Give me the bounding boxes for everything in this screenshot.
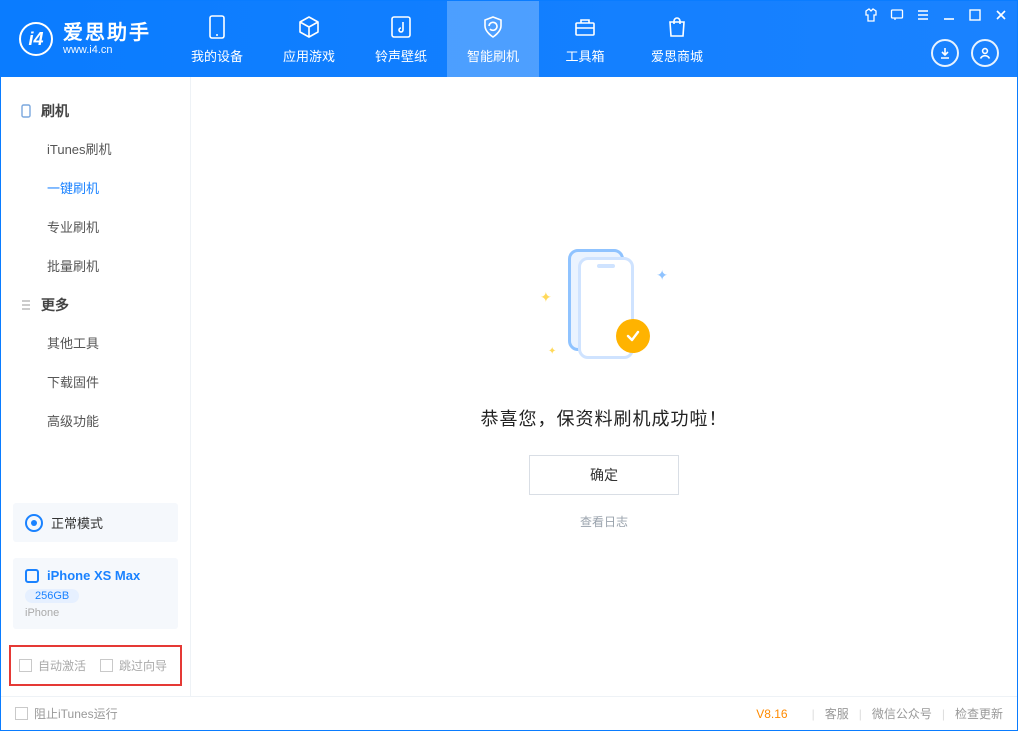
check-badge-icon (616, 319, 650, 353)
tab-apps-games[interactable]: 应用游戏 (263, 1, 355, 77)
titlebar: i4 爱思助手 www.i4.cn 我的设备 应用游戏 铃声壁纸 智能刷机 (1, 1, 1017, 77)
body: 刷机 iTunes刷机 一键刷机 专业刷机 批量刷机 更多 其他工具 下载固件 … (1, 77, 1017, 696)
checkbox-auto-activate[interactable]: 自动激活 (19, 657, 86, 674)
tab-label: 我的设备 (191, 46, 243, 65)
mode-card[interactable]: 正常模式 (13, 503, 178, 542)
footer-link-customer-service[interactable]: 客服 (825, 705, 849, 722)
checkbox-icon (100, 659, 113, 672)
minimize-icon[interactable] (941, 7, 957, 23)
sidebar-item-download-firmware[interactable]: 下载固件 (1, 362, 190, 401)
sidebar-group-label: 刷机 (41, 101, 69, 121)
sidebar-group-label: 更多 (41, 295, 69, 315)
sidebar-item-advanced[interactable]: 高级功能 (1, 401, 190, 440)
skin-icon[interactable] (863, 7, 879, 23)
version-label: V8.16 (756, 707, 787, 721)
header-right-buttons (931, 39, 999, 67)
tab-my-device[interactable]: 我的设备 (171, 1, 263, 77)
sparkle-icon: ✦ (548, 346, 556, 357)
phone-icon (203, 14, 231, 40)
tab-label: 铃声壁纸 (375, 46, 427, 65)
top-tabs: 我的设备 应用游戏 铃声壁纸 智能刷机 工具箱 爱思商城 (171, 1, 723, 77)
brand-text: 爱思助手 www.i4.cn (63, 22, 151, 56)
device-phone-icon (25, 569, 39, 583)
checkbox-icon (15, 707, 28, 720)
cube-icon (295, 14, 323, 40)
sidebar-item-other-tools[interactable]: 其他工具 (1, 323, 190, 362)
sparkle-icon: ✦ (540, 289, 552, 306)
brand-logo-icon: i4 (19, 22, 53, 56)
checkbox-label: 跳过向导 (119, 657, 167, 674)
tab-label: 应用游戏 (283, 46, 335, 65)
toolbox-icon (571, 14, 599, 40)
checkbox-skip-guide[interactable]: 跳过向导 (100, 657, 167, 674)
view-log-link[interactable]: 查看日志 (580, 513, 628, 530)
device-small-icon (19, 104, 33, 118)
device-card[interactable]: iPhone XS Max 256GB iPhone (13, 558, 178, 629)
sidebar-item-itunes-flash[interactable]: iTunes刷机 (1, 129, 190, 168)
downloads-button[interactable] (931, 39, 959, 67)
mode-indicator-icon (25, 514, 43, 532)
highlighted-options: 自动激活 跳过向导 (9, 645, 182, 686)
brand-block: i4 爱思助手 www.i4.cn (1, 1, 165, 77)
device-name: iPhone XS Max (47, 568, 140, 583)
maximize-icon[interactable] (967, 7, 983, 23)
mode-label: 正常模式 (51, 513, 103, 532)
account-button[interactable] (971, 39, 999, 67)
sidebar: 刷机 iTunes刷机 一键刷机 专业刷机 批量刷机 更多 其他工具 下载固件 … (1, 77, 191, 696)
app-window: i4 爱思助手 www.i4.cn 我的设备 应用游戏 铃声壁纸 智能刷机 (0, 0, 1018, 731)
sidebar-item-oneclick-flash[interactable]: 一键刷机 (1, 168, 190, 207)
tab-label: 智能刷机 (467, 46, 519, 65)
footer: 阻止iTunes运行 V8.16 | 客服 | 微信公众号 | 检查更新 (1, 696, 1017, 730)
footer-link-check-update[interactable]: 检查更新 (955, 705, 1003, 722)
tab-store[interactable]: 爱思商城 (631, 1, 723, 77)
tab-smart-flash[interactable]: 智能刷机 (447, 1, 539, 77)
device-type: iPhone (25, 607, 166, 619)
checkbox-label: 自动激活 (38, 657, 86, 674)
sparkle-icon: ✦ (656, 267, 668, 284)
success-illustration: ✦ ✦ ✦ (534, 243, 674, 383)
tab-label: 爱思商城 (651, 46, 703, 65)
sidebar-item-batch-flash[interactable]: 批量刷机 (1, 246, 190, 285)
sidebar-item-pro-flash[interactable]: 专业刷机 (1, 207, 190, 246)
list-icon (19, 298, 33, 312)
shopping-bag-icon (663, 14, 691, 40)
brand-name: 爱思助手 (63, 22, 151, 44)
close-icon[interactable] (993, 7, 1009, 23)
window-controls (863, 7, 1009, 23)
feedback-icon[interactable] (889, 7, 905, 23)
tab-toolbox[interactable]: 工具箱 (539, 1, 631, 77)
sidebar-group-more: 更多 (1, 285, 190, 323)
checkbox-icon (19, 659, 32, 672)
sidebar-group-flash: 刷机 (1, 91, 190, 129)
success-message: 恭喜您，保资料刷机成功啦！ (481, 405, 728, 431)
shield-refresh-icon (479, 14, 507, 40)
menu-icon[interactable] (915, 7, 931, 23)
footer-link-wechat[interactable]: 微信公众号 (872, 705, 932, 722)
brand-url: www.i4.cn (63, 44, 151, 56)
checkbox-label: 阻止iTunes运行 (34, 705, 118, 722)
main-content: ✦ ✦ ✦ 恭喜您，保资料刷机成功啦！ 确定 查看日志 (191, 77, 1017, 696)
checkbox-block-itunes[interactable]: 阻止iTunes运行 (15, 705, 118, 722)
music-note-icon (387, 14, 415, 40)
ok-button[interactable]: 确定 (529, 455, 679, 495)
tab-ringtone-wallpaper[interactable]: 铃声壁纸 (355, 1, 447, 77)
tab-label: 工具箱 (565, 46, 604, 65)
device-storage-pill: 256GB (25, 589, 79, 603)
